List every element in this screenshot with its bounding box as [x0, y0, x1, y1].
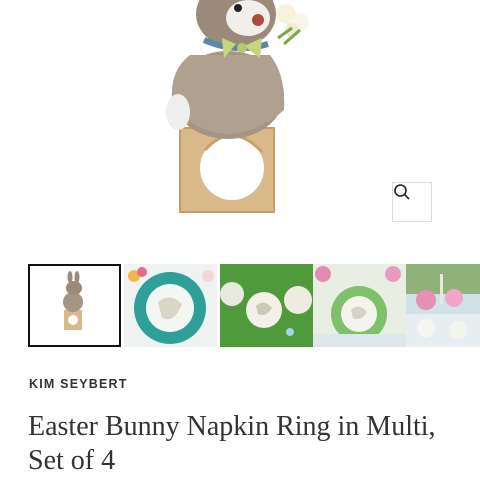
main-product-image[interactable] — [0, 0, 480, 250]
bunny-thumbnail-image — [30, 266, 119, 345]
grass-setting-image — [220, 264, 313, 347]
thumbnail-turquoise-place-setting[interactable] — [124, 264, 217, 347]
search-icon — [394, 184, 410, 200]
thumbnail-strip — [0, 264, 480, 350]
thumbnail-floral-green-setting[interactable] — [313, 264, 406, 347]
thumbnail-bunny-napkin-ring[interactable] — [28, 264, 121, 347]
outdoor-scene-image — [406, 264, 480, 347]
product-title: Easter Bunny Napkin Ring in Multi, Set o… — [28, 411, 436, 476]
floral-setting-image — [313, 264, 406, 347]
thumbnail-outdoor-table-scene[interactable] — [406, 264, 480, 347]
product-brand[interactable]: KIM SEYBERT — [29, 377, 128, 391]
thumbnail-grass-table-setting[interactable] — [220, 264, 313, 347]
turquoise-setting-image — [124, 264, 217, 347]
zoom-button[interactable] — [392, 182, 432, 222]
